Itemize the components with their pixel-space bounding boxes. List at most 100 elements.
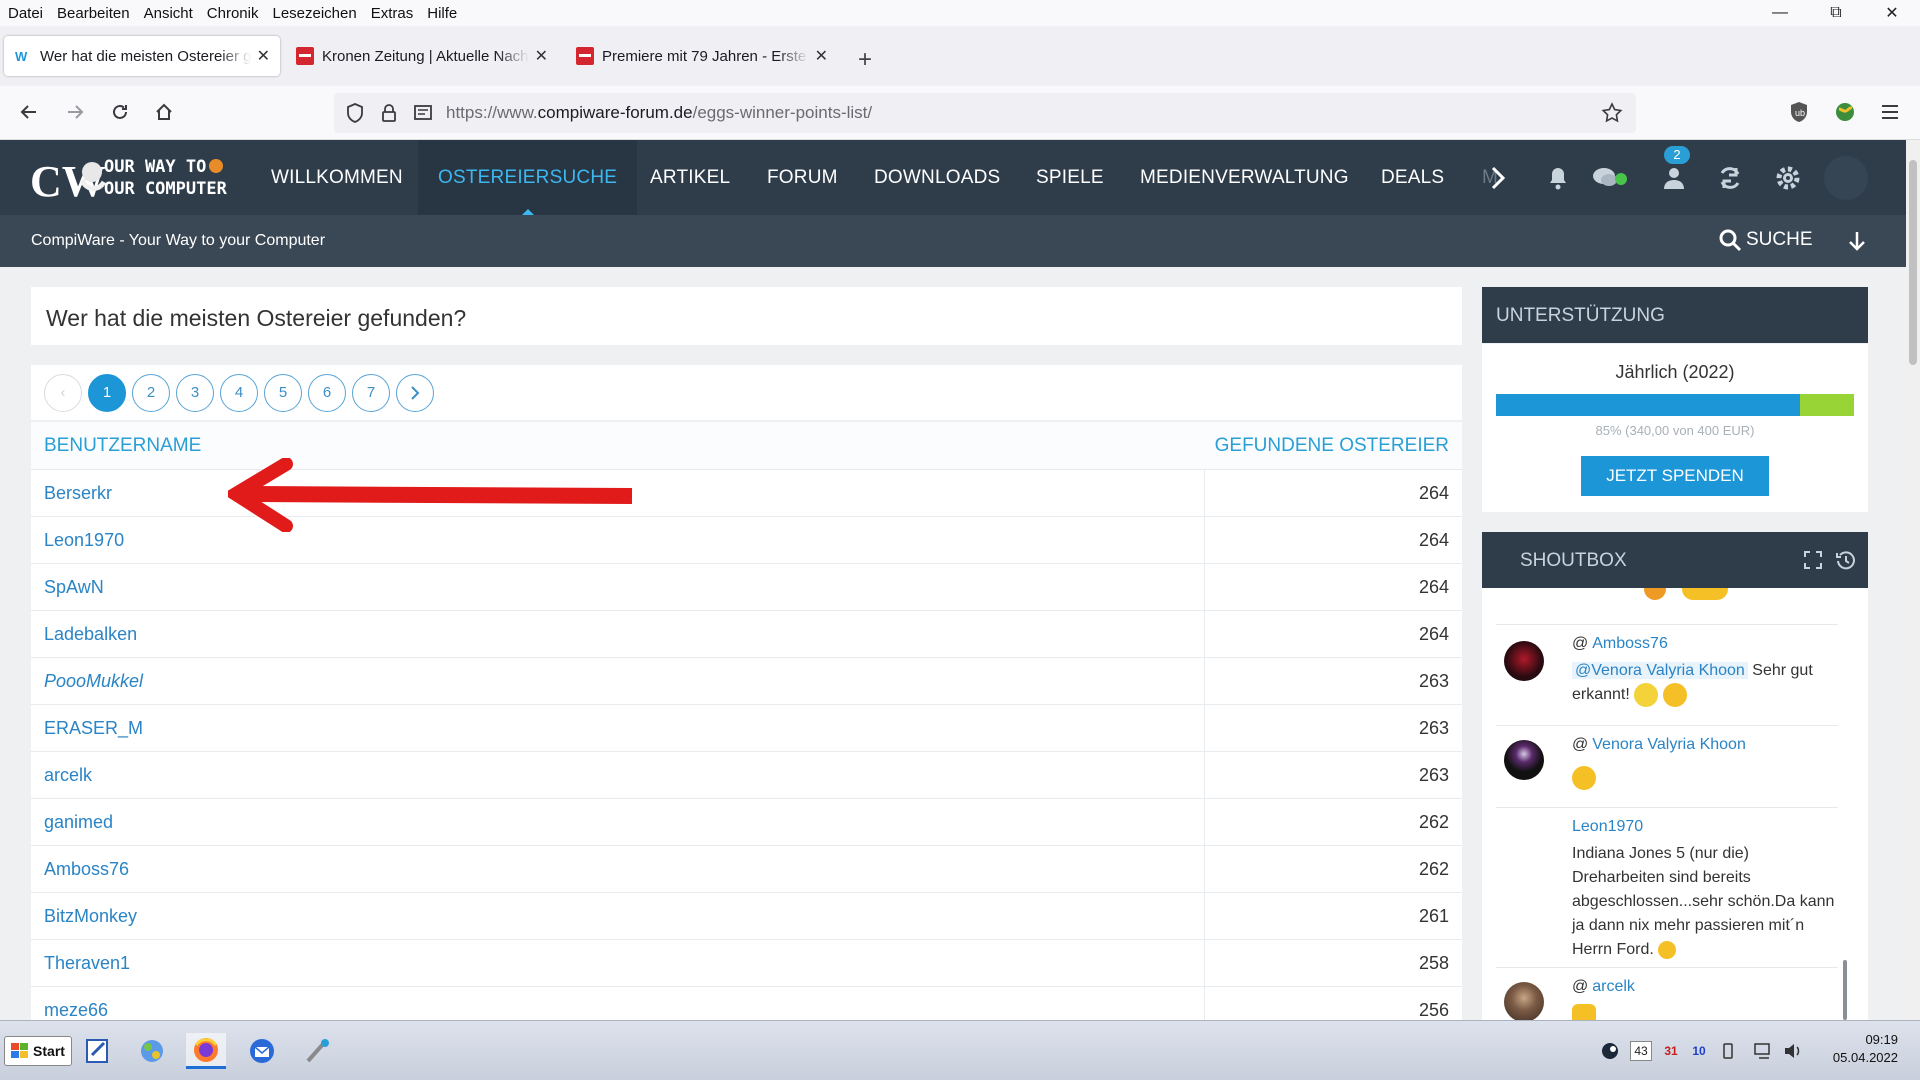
settings-gear-icon[interactable] xyxy=(1768,158,1808,198)
username-link[interactable]: SpAwN xyxy=(44,577,104,598)
nav-willkommen[interactable]: WILLKOMMEN xyxy=(271,140,403,215)
home-icon[interactable] xyxy=(151,99,177,125)
chat-online-icon[interactable] xyxy=(1590,158,1630,198)
username-link[interactable]: arcelk xyxy=(44,765,92,786)
menu-chronik[interactable]: Chronik xyxy=(200,5,266,22)
column-header-eggs-found[interactable]: GEFUNDENE OSTEREIER xyxy=(1215,435,1449,457)
shout-username[interactable]: @ Amboss76 xyxy=(1572,635,1668,653)
network-app-icon[interactable] xyxy=(132,1033,172,1069)
username-link[interactable]: PoooMukkel xyxy=(44,671,143,692)
text-editor-app-icon[interactable] xyxy=(78,1033,118,1069)
username-link[interactable]: ganimed xyxy=(44,812,113,833)
username-link[interactable]: Theraven1 xyxy=(44,953,130,974)
avatar[interactable] xyxy=(1504,740,1544,780)
tray-indicator-3[interactable]: 10 xyxy=(1688,1041,1710,1061)
windows-flag-icon xyxy=(11,1043,29,1058)
tab-close-icon[interactable]: ✕ xyxy=(257,46,270,66)
nav-deals[interactable]: DEALS xyxy=(1381,140,1444,215)
bookmark-star-icon[interactable] xyxy=(1599,100,1625,126)
username-link[interactable]: Ladebalken xyxy=(44,624,137,645)
firefox-app-icon[interactable] xyxy=(186,1033,226,1069)
search-button[interactable]: SUCHE xyxy=(1718,228,1813,252)
tab-premiere[interactable]: Premiere mit 79 Jahren - Erste g ✕ xyxy=(566,36,838,76)
sync-icon[interactable] xyxy=(1710,158,1750,198)
tab-kronen-zeitung[interactable]: Kronen Zeitung | Aktuelle Nach ✕ xyxy=(286,36,558,76)
extension-globe-icon[interactable] xyxy=(1832,99,1858,125)
page-button-4[interactable]: 4 xyxy=(220,373,258,412)
page-scrollbar[interactable] xyxy=(1906,140,1920,1020)
page-button-3[interactable]: 3 xyxy=(176,373,214,412)
taskbar: Start 43 31 10 09:19 05.04.2022 xyxy=(0,1020,1920,1080)
username-link[interactable]: ERASER_M xyxy=(44,718,143,739)
shout-username[interactable]: Leon1970 xyxy=(1572,818,1643,836)
mention-link[interactable]: @Venora Valyria Khoon xyxy=(1572,662,1748,679)
page-button-1[interactable]: 1 xyxy=(88,373,126,412)
menu-bearbeiten[interactable]: Bearbeiten xyxy=(50,5,137,22)
donate-button[interactable]: JETZT SPENDEN xyxy=(1581,456,1769,496)
usb-tray-icon[interactable] xyxy=(1718,1041,1738,1061)
nav-downloads[interactable]: DOWNLOADS xyxy=(874,140,1000,215)
username-link[interactable]: Amboss76 xyxy=(44,859,129,880)
forward-icon[interactable] xyxy=(62,99,88,125)
shoutbox-scrollbar[interactable] xyxy=(1843,960,1847,1020)
username-link[interactable]: Berserkr xyxy=(44,483,112,504)
start-button[interactable]: Start xyxy=(4,1036,72,1066)
user-icon[interactable] xyxy=(1654,158,1694,198)
volume-tray-icon[interactable] xyxy=(1782,1041,1804,1061)
reader-view-icon[interactable] xyxy=(410,100,436,126)
new-tab-icon[interactable]: + xyxy=(858,46,872,74)
tab-compiware[interactable]: W Wer hat die meisten Ostereier g ✕ xyxy=(4,36,280,76)
nav-artikel[interactable]: ARTIKEL xyxy=(650,140,730,215)
page-button-2[interactable]: 2 xyxy=(132,373,170,412)
nav-medienverwaltung[interactable]: MEDIENVERWALTUNG xyxy=(1140,140,1349,215)
compiware-logo[interactable]: CW OUR WAY TO OUR COMPUTER xyxy=(30,150,230,205)
scroll-down-icon[interactable] xyxy=(1848,230,1866,252)
ublock-shield-icon[interactable]: ub xyxy=(1786,99,1812,125)
page-button-5[interactable]: 5 xyxy=(264,373,302,412)
steam-tray-icon[interactable] xyxy=(1600,1041,1620,1061)
tray-indicator-1[interactable]: 43 xyxy=(1630,1041,1652,1061)
avatar[interactable] xyxy=(1504,982,1544,1020)
avatar[interactable] xyxy=(1504,641,1544,681)
breadcrumb[interactable]: CompiWare - Your Way to your Computer xyxy=(31,232,325,250)
nav-spiele[interactable]: SPIELE xyxy=(1036,140,1104,215)
page-button-6[interactable]: 6 xyxy=(308,373,346,412)
shout-username[interactable]: @ Venora Valyria Khoon xyxy=(1572,736,1746,754)
tab-close-icon[interactable]: ✕ xyxy=(815,46,828,66)
username-link[interactable]: BitzMonkey xyxy=(44,906,137,927)
user-avatar[interactable] xyxy=(1824,156,1868,200)
column-header-username[interactable]: BENUTZERNAME xyxy=(44,435,201,457)
url-bar[interactable]: https://www.compiware-forum.de/eggs-winn… xyxy=(334,93,1636,133)
reload-icon[interactable] xyxy=(107,99,133,125)
shout-username[interactable]: @ arcelk xyxy=(1572,978,1635,996)
system-clock[interactable]: 09:19 05.04.2022 xyxy=(1833,1031,1898,1067)
bell-icon[interactable] xyxy=(1538,158,1578,198)
close-window-icon[interactable]: ✕ xyxy=(1864,0,1920,26)
menu-lesezeichen[interactable]: Lesezeichen xyxy=(265,5,363,22)
restore-icon[interactable]: ⧉ xyxy=(1808,0,1864,26)
history-icon[interactable] xyxy=(1836,550,1856,570)
menu-hilfe[interactable]: Hilfe xyxy=(420,5,464,22)
hamburger-menu-icon[interactable] xyxy=(1877,99,1903,125)
fullscreen-icon[interactable] xyxy=(1804,551,1822,569)
page-button-7[interactable]: 7 xyxy=(352,373,390,412)
page-scrollbar-thumb[interactable] xyxy=(1909,160,1917,365)
shield-icon[interactable] xyxy=(342,100,368,126)
minimize-icon[interactable]: — xyxy=(1752,0,1808,26)
paint-app-icon[interactable] xyxy=(298,1033,338,1069)
username-link[interactable]: Leon1970 xyxy=(44,530,124,551)
menu-datei[interactable]: Datei xyxy=(0,5,50,22)
username-link[interactable]: meze66 xyxy=(44,1000,108,1021)
menu-extras[interactable]: Extras xyxy=(364,5,421,22)
nav-scroll-right-icon[interactable] xyxy=(1490,166,1506,190)
tray-indicator-2[interactable]: 31 xyxy=(1660,1041,1682,1061)
network-tray-icon[interactable] xyxy=(1752,1041,1774,1061)
back-icon[interactable] xyxy=(16,99,42,125)
menu-ansicht[interactable]: Ansicht xyxy=(137,5,200,22)
nav-forum[interactable]: FORUM xyxy=(767,140,838,215)
tab-close-icon[interactable]: ✕ xyxy=(535,46,548,66)
thunderbird-app-icon[interactable] xyxy=(242,1033,282,1069)
nav-ostereiersuche[interactable]: OSTEREIERSUCHE xyxy=(418,140,638,215)
pagination-next-icon[interactable] xyxy=(396,373,434,412)
lock-icon[interactable] xyxy=(376,100,402,126)
